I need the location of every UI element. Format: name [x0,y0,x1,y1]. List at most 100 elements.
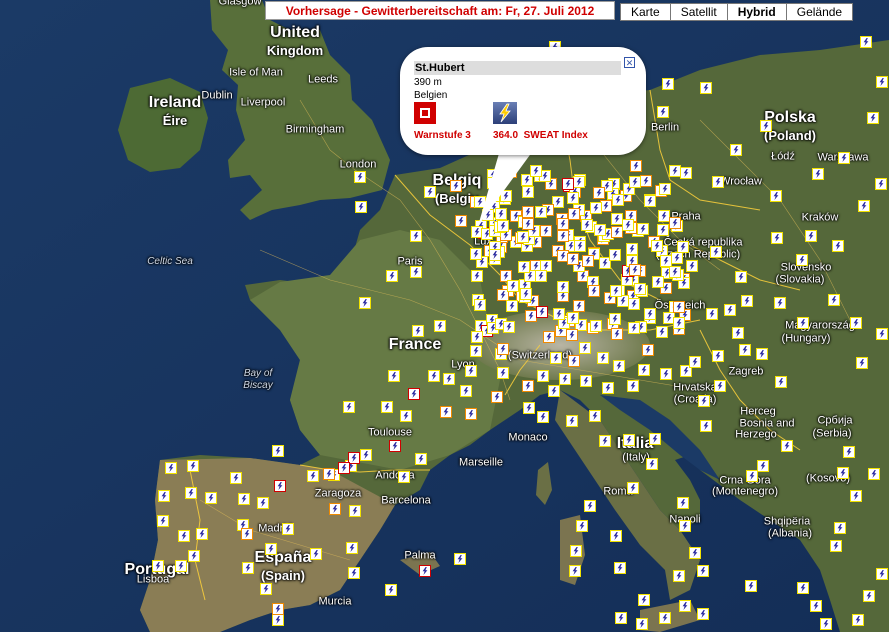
thunderstorm-marker-icon[interactable] [188,550,200,562]
thunderstorm-marker-icon[interactable] [507,280,519,292]
thunderstorm-marker-icon[interactable] [360,449,372,461]
thunderstorm-marker-icon[interactable] [482,209,494,221]
thunderstorm-marker-icon[interactable] [610,530,622,542]
thunderstorm-marker-icon[interactable] [157,515,169,527]
thunderstorm-marker-icon[interactable] [520,288,532,300]
thunderstorm-marker-icon[interactable] [522,186,534,198]
thunderstorm-marker-icon[interactable] [797,582,809,594]
thunderstorm-marker-icon[interactable] [714,380,726,392]
thunderstorm-marker-icon[interactable] [609,249,621,261]
thunderstorm-marker-icon[interactable] [680,167,692,179]
thunderstorm-marker-icon[interactable] [497,220,509,232]
thunderstorm-marker-icon[interactable] [636,618,648,630]
thunderstorm-marker-icon[interactable] [629,176,641,188]
thunderstorm-marker-icon[interactable] [415,453,427,465]
thunderstorm-marker-icon[interactable] [465,365,477,377]
thunderstorm-marker-icon[interactable] [570,545,582,557]
thunderstorm-marker-icon[interactable] [590,202,602,214]
thunderstorm-marker-icon[interactable] [536,306,548,318]
thunderstorm-marker-icon[interactable] [652,276,664,288]
thunderstorm-marker-icon[interactable] [679,520,691,532]
thunderstorm-marker-icon[interactable] [651,240,663,252]
map-type-gelaende-button[interactable]: Gelände [785,3,854,21]
thunderstorm-marker-icon[interactable] [659,612,671,624]
thunderstorm-marker-icon[interactable] [875,178,887,190]
thunderstorm-marker-icon[interactable] [706,308,718,320]
thunderstorm-marker-icon[interactable] [649,433,661,445]
thunderstorm-marker-icon[interactable] [580,375,592,387]
thunderstorm-marker-icon[interactable] [700,82,712,94]
thunderstorm-marker-icon[interactable] [434,320,446,332]
thunderstorm-marker-icon[interactable] [465,408,477,420]
thunderstorm-marker-icon[interactable] [615,612,627,624]
thunderstorm-marker-icon[interactable] [388,370,400,382]
thunderstorm-marker-icon[interactable] [820,618,832,630]
thunderstorm-marker-icon[interactable] [830,540,842,552]
thunderstorm-marker-icon[interactable] [642,344,654,356]
thunderstorm-marker-icon[interactable] [410,266,422,278]
thunderstorm-marker-icon[interactable] [712,176,724,188]
thunderstorm-marker-icon[interactable] [775,376,787,388]
thunderstorm-marker-icon[interactable] [548,385,560,397]
thunderstorm-marker-icon[interactable] [622,219,634,231]
thunderstorm-marker-icon[interactable] [412,325,424,337]
thunderstorm-marker-icon[interactable] [274,480,286,492]
thunderstorm-marker-icon[interactable] [557,281,569,293]
thunderstorm-marker-icon[interactable] [175,560,187,572]
thunderstorm-marker-icon[interactable] [689,547,701,559]
thunderstorm-marker-icon[interactable] [354,171,366,183]
thunderstorm-marker-icon[interactable] [567,192,579,204]
thunderstorm-marker-icon[interactable] [594,224,606,236]
thunderstorm-marker-icon[interactable] [568,208,580,220]
thunderstorm-marker-icon[interactable] [745,580,757,592]
thunderstorm-marker-icon[interactable] [657,224,669,236]
thunderstorm-marker-icon[interactable] [470,248,482,260]
thunderstorm-marker-icon[interactable] [470,345,482,357]
thunderstorm-marker-icon[interactable] [398,471,410,483]
thunderstorm-marker-icon[interactable] [385,584,397,596]
thunderstorm-marker-icon[interactable] [355,201,367,213]
thunderstorm-marker-icon[interactable] [185,487,197,499]
thunderstorm-marker-icon[interactable] [646,458,658,470]
thunderstorm-marker-icon[interactable] [242,562,254,574]
thunderstorm-marker-icon[interactable] [455,215,467,227]
thunderstorm-marker-icon[interactable] [662,78,674,90]
thunderstorm-marker-icon[interactable] [588,285,600,297]
thunderstorm-marker-icon[interactable] [698,395,710,407]
thunderstorm-marker-icon[interactable] [257,497,269,509]
thunderstorm-marker-icon[interactable] [381,401,393,413]
thunderstorm-marker-icon[interactable] [602,382,614,394]
thunderstorm-marker-icon[interactable] [677,497,689,509]
thunderstorm-marker-icon[interactable] [537,370,549,382]
thunderstorm-marker-icon[interactable] [569,565,581,577]
thunderstorm-marker-icon[interactable] [329,503,341,515]
thunderstorm-marker-icon[interactable] [574,240,586,252]
thunderstorm-marker-icon[interactable] [868,468,880,480]
thunderstorm-marker-icon[interactable] [712,350,724,362]
thunderstorm-marker-icon[interactable] [863,590,875,602]
thunderstorm-marker-icon[interactable] [730,144,742,156]
thunderstorm-marker-icon[interactable] [386,270,398,282]
thunderstorm-marker-icon[interactable] [612,194,624,206]
thunderstorm-marker-icon[interactable] [697,608,709,620]
thunderstorm-marker-icon[interactable] [503,321,515,333]
thunderstorm-marker-icon[interactable] [679,600,691,612]
thunderstorm-marker-icon[interactable] [850,490,862,502]
thunderstorm-marker-icon[interactable] [628,322,640,334]
thunderstorm-marker-icon[interactable] [638,364,650,376]
thunderstorm-marker-icon[interactable] [843,446,855,458]
thunderstorm-marker-icon[interactable] [535,270,547,282]
thunderstorm-marker-icon[interactable] [238,493,250,505]
thunderstorm-marker-icon[interactable] [657,106,669,118]
thunderstorm-marker-icon[interactable] [165,462,177,474]
thunderstorm-marker-icon[interactable] [644,308,656,320]
thunderstorm-marker-icon[interactable] [770,190,782,202]
thunderstorm-marker-icon[interactable] [338,462,350,474]
thunderstorm-marker-icon[interactable] [450,180,462,192]
thunderstorm-marker-icon[interactable] [850,317,862,329]
thunderstorm-marker-icon[interactable] [634,283,646,295]
thunderstorm-marker-icon[interactable] [522,206,534,218]
thunderstorm-marker-icon[interactable] [669,165,681,177]
thunderstorm-marker-icon[interactable] [346,542,358,554]
thunderstorm-marker-icon[interactable] [876,568,888,580]
